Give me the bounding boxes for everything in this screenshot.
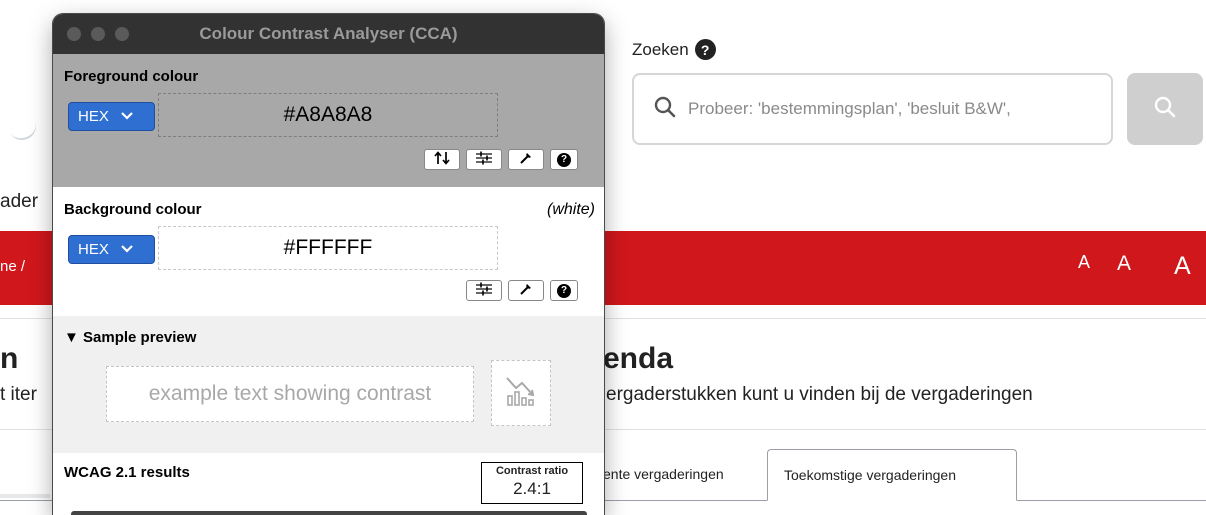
swap-icon [433, 151, 451, 168]
nav-item-fragment[interactable]: ader [0, 191, 38, 213]
help-icon: ? [557, 152, 571, 167]
page-subtitle: ergaderstukken kunt u vinden bij de verg… [606, 384, 1033, 405]
page-title-fragment: n [0, 342, 19, 375]
font-size-medium-button[interactable]: A [1117, 252, 1131, 276]
tab-recent-meetings[interactable]: ente vergaderingen [603, 466, 724, 482]
content-fragment [0, 494, 50, 498]
foreground-hex-input[interactable]: #A8A8A8 [158, 93, 498, 137]
eyedropper-icon [519, 282, 533, 299]
background-adjust-button[interactable] [466, 280, 502, 301]
background-format-select[interactable]: HEX [68, 235, 155, 264]
foreground-label: Foreground colour [64, 68, 199, 85]
sliders-icon [474, 282, 494, 299]
search-label-text: Zoeken [632, 39, 689, 59]
foreground-adjust-button[interactable] [466, 149, 502, 170]
contrast-ratio-value: 2.4:1 [513, 479, 551, 498]
cca-window: Colour Contrast Analyser (CCA) Foregroun… [53, 14, 604, 515]
font-size-small-button[interactable]: A [1078, 252, 1090, 273]
search-input[interactable] [688, 99, 1088, 119]
maximize-window-button[interactable] [115, 27, 129, 41]
foreground-format-value: HEX [78, 108, 109, 125]
sample-chart-button[interactable] [491, 360, 551, 426]
help-icon: ? [557, 283, 571, 298]
help-icon[interactable]: ? [694, 39, 716, 60]
search-label: Zoeken ? [632, 39, 716, 60]
search-field[interactable] [632, 73, 1113, 145]
tab-upcoming-meetings[interactable]: Toekomstige vergaderingen [767, 449, 1017, 501]
background-help-button[interactable]: ? [550, 280, 578, 301]
swap-colours-button[interactable] [424, 149, 460, 170]
sample-text-preview: example text showing contrast [106, 366, 474, 422]
results-bar-fragment [71, 511, 587, 515]
sample-preview-toggle[interactable]: ▼ Sample preview [64, 329, 196, 346]
minimize-window-button[interactable] [91, 27, 105, 41]
eyedropper-icon [519, 151, 533, 168]
background-colour-name: (white) [546, 201, 595, 218]
background-label: Background colour [64, 201, 202, 218]
page-subtitle-fragment: t iter [0, 384, 37, 405]
contrast-ratio-box: Contrast ratio 2.4:1 [481, 462, 583, 504]
wcag-results-title: WCAG 2.1 results [64, 464, 190, 481]
background-section: Background colour (white) HEX #FFFFFF ? [53, 187, 604, 316]
foreground-section: Foreground colour HEX #A8A8A8 ? [53, 54, 604, 187]
chevron-down-icon [121, 241, 133, 263]
sliders-icon [474, 151, 494, 168]
foreground-picker-button[interactable] [508, 149, 544, 170]
window-title: Colour Contrast Analyser (CCA) [199, 24, 458, 43]
close-window-button[interactable] [67, 27, 81, 41]
logo-fragment [4, 108, 40, 144]
foreground-format-select[interactable]: HEX [68, 102, 155, 131]
search-icon [654, 96, 676, 123]
font-size-large-button[interactable]: A [1174, 252, 1191, 281]
search-button[interactable] [1127, 73, 1203, 145]
title-bar[interactable]: Colour Contrast Analyser (CCA) [53, 14, 604, 54]
search-icon [1154, 96, 1176, 123]
chevron-down-icon [121, 108, 133, 130]
background-format-value: HEX [78, 241, 109, 258]
background-picker-button[interactable] [508, 280, 544, 301]
foreground-help-button[interactable]: ? [550, 149, 578, 170]
sample-preview-section: ▼ Sample preview example text showing co… [53, 316, 604, 453]
page-title: enda [603, 342, 674, 375]
contrast-ratio-label: Contrast ratio [495, 465, 569, 477]
chart-icon [504, 374, 538, 413]
wcag-results-section: WCAG 2.1 results Contrast ratio 2.4:1 [53, 453, 604, 515]
breadcrumb[interactable]: ne / [0, 258, 25, 275]
background-hex-input[interactable]: #FFFFFF [158, 226, 498, 270]
